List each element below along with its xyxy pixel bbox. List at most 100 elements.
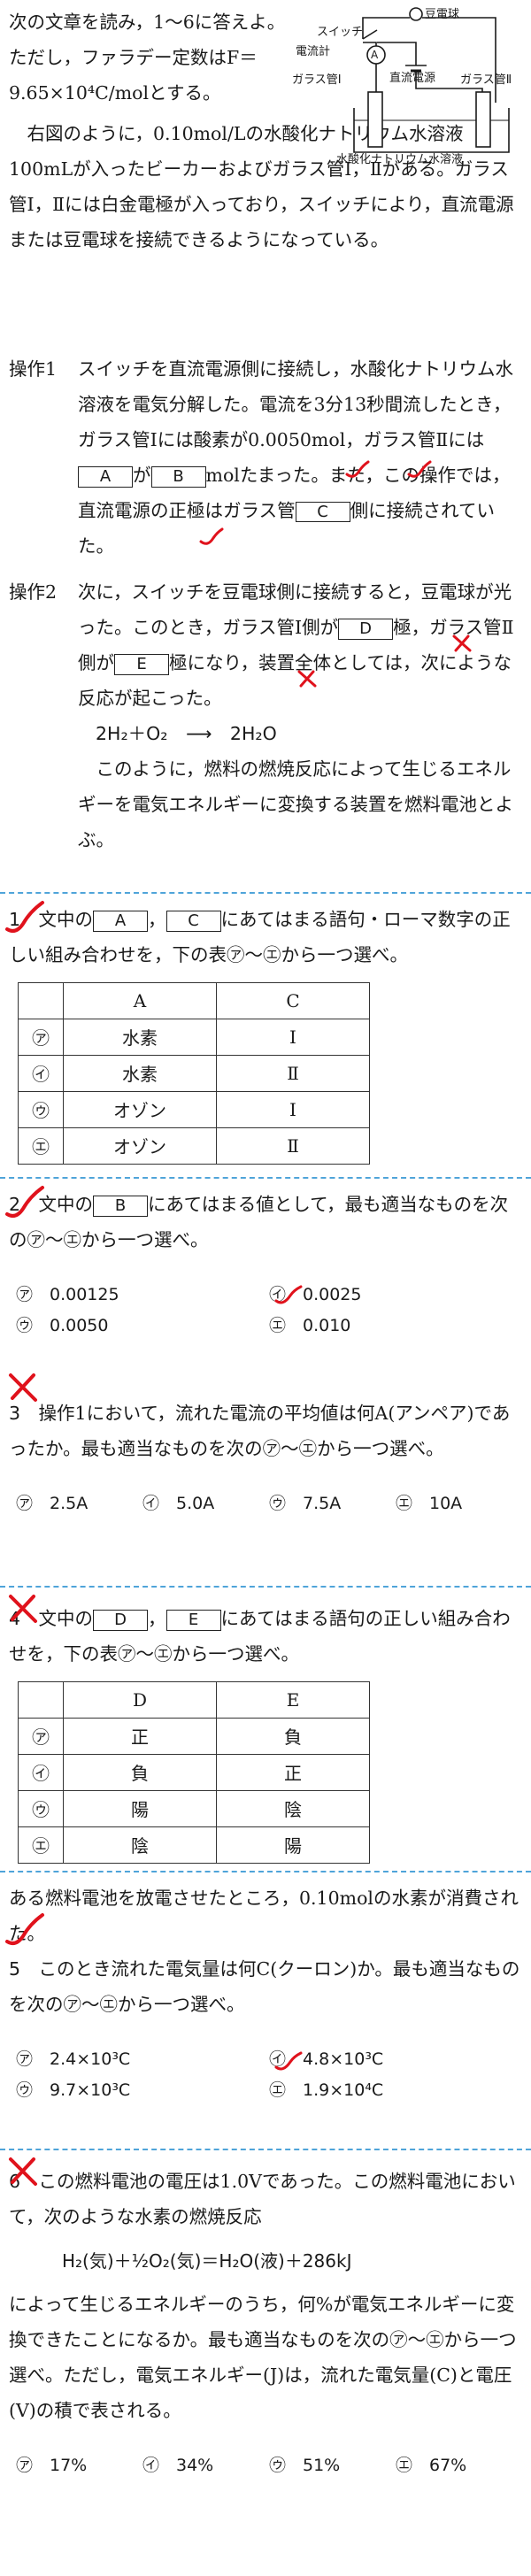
choice-option[interactable]: ㋓ 10A	[396, 1490, 522, 1514]
table-cell: ㋑	[18, 1054, 64, 1092]
table-row[interactable]: ㋓オゾン Ⅱ	[18, 1127, 370, 1165]
question-6: 6 この燃料電池の電圧は1.0Vであった。この燃料電池において，次のような水素の…	[9, 2165, 522, 2476]
table-cell: Ⅱ	[216, 1054, 370, 1092]
q6-equation: H₂(気)＋½O₂(気)＝H₂O(液)＋286kJ	[62, 2249, 352, 2272]
choice-option[interactable]: ㋑ 5.0A	[142, 1490, 269, 1514]
check-mark-icon	[407, 460, 432, 478]
table-cell: ㋒	[18, 1090, 64, 1128]
question-6-text-2: によって生じるエネルギーのうち，何%が電気エネルギーに変換できたことになるか。最…	[9, 2293, 517, 2421]
table-header-cell: C	[216, 981, 370, 1019]
table-row[interactable]: ㋑負正	[18, 1753, 370, 1791]
question-4-text: 4 文中の D， E にあてはまる語句の正しい組み合わせを，下の表㋐～㋓から一つ選べ。	[9, 1602, 522, 1672]
q6-text-1: この燃料電池の電圧は1.0Vであった。この燃料電池において，次のような水素の燃焼…	[9, 2171, 516, 2227]
q4-blank-d: D	[93, 1610, 149, 1631]
equation-arrow: ⟶	[186, 722, 212, 744]
table-row[interactable]: ㋐水素 Ⅰ	[18, 1018, 370, 1056]
choice-option[interactable]: ㋓ 67%	[396, 2452, 522, 2476]
check-mark-icon	[274, 1285, 303, 1304]
question-5: ある燃料電池を放電させたところ，0.10molの水素が消費された。 5 このとき…	[9, 1881, 522, 2101]
choice-option[interactable]: ㋓ 0.010	[269, 1312, 522, 1336]
table-cell: 負	[63, 1753, 217, 1791]
choice-option[interactable]: ㋑ 0.0025	[269, 1281, 522, 1305]
q1-text-1: 文中の	[38, 909, 94, 930]
table-row[interactable]: ㋒陽陰	[18, 1789, 370, 1827]
intro-text: 次の文章を読み，1～6に答えよ。ただし，ファラデー定数はF＝9.65×10⁴C/…	[9, 12, 286, 104]
reaction-equation: 2H₂＋O₂ ⟶ 2H₂O	[78, 717, 522, 752]
diagram-solution-label: 水酸化ナトリウム水溶液	[336, 153, 463, 166]
cross-mark-icon	[9, 2157, 37, 2186]
apparatus-diagram: スイッチ 豆電球 電流計 ガラス管Ⅰ ガラス管Ⅱ 直流電源 水酸化ナトリウム水溶…	[292, 7, 512, 166]
choice-option[interactable]: ㋐ 2.4×10³C	[16, 2046, 269, 2070]
q5-text-1: このとき流れた電気量は何C(クーロン)か。最も適当なものを次の㋐～㋓から一つ選べ…	[9, 1957, 520, 2015]
check-mark-icon	[274, 2051, 303, 2071]
operation-1-label: 操作1	[9, 358, 58, 380]
check-mark-icon	[5, 1186, 44, 1218]
table-cell: ㋓	[18, 1127, 64, 1165]
choice-option[interactable]: ㋒ 0.0050	[16, 1312, 269, 1336]
op1-text-2: が	[133, 464, 151, 486]
choice-option[interactable]: ㋑ 4.8×10³C	[269, 2046, 522, 2070]
choice-option[interactable]: ㋐ 0.00125	[16, 1281, 269, 1305]
choice-option[interactable]: ㋐ 17%	[16, 2452, 142, 2476]
question-6-text: 6 この燃料電池の電圧は1.0Vであった。この燃料電池において，次のような水素の…	[9, 2165, 522, 2235]
table-cell: ㋒	[18, 1789, 64, 1827]
choice-option[interactable]: ㋐ 2.5A	[16, 1490, 142, 1514]
table-cell: 負	[216, 1717, 370, 1755]
choice-option[interactable]: ㋒ 51%	[269, 2452, 396, 2476]
q4-blank-e: E	[165, 1610, 221, 1631]
check-mark-icon	[5, 1913, 44, 1945]
blank-box-b: B	[150, 465, 206, 488]
q3-text-1: 操作1において，流れた電流の平均値は何A(アンペア)であったか。最も適当なものを…	[9, 1403, 511, 1459]
q4-separator: ，	[148, 1608, 166, 1629]
table-cell: ㋐	[18, 1018, 64, 1056]
table-cell: 陰	[63, 1826, 217, 1864]
choice-option[interactable]: ㋓ 1.9×10⁴C	[269, 2077, 522, 2101]
check-mark-icon	[199, 527, 224, 545]
table-header-cell: D	[63, 1680, 217, 1719]
table-cell: 陽	[216, 1826, 370, 1864]
table-cell: Ⅰ	[216, 1018, 370, 1056]
blank-box-c: C	[295, 501, 350, 523]
table-cell: 陰	[216, 1789, 370, 1827]
table-header-cell	[18, 981, 64, 1019]
table-header-cell: A	[63, 981, 217, 1019]
table-row[interactable]: ㋐正負	[18, 1717, 370, 1755]
section-separator	[0, 892, 531, 894]
section-separator	[0, 1177, 531, 1179]
blank-box-a: A	[78, 465, 133, 488]
question-3-text: 3 操作1において，流れた電流の平均値は何A(アンペア)であったか。最も適当なも…	[9, 1396, 522, 1467]
q4-text-1: 文中の	[38, 1608, 94, 1629]
table-cell: Ⅰ	[216, 1090, 370, 1128]
operation-1: 操作1 スイッチを直流電源側に接続し，水酸化ナトリウム水溶液を電気分解した。電流…	[9, 352, 522, 565]
table-cell: 正	[216, 1753, 370, 1791]
diagram-ammeter-label: 電流計	[296, 44, 330, 58]
q4-options-table: D E ㋐正負 ㋑負正 ㋒陽陰 ㋓陰陽	[18, 1680, 370, 1864]
table-row[interactable]: ㋓陰陽	[18, 1826, 370, 1864]
cross-mark-icon	[9, 1595, 37, 1623]
operation-2: 操作2 次に，スイッチを豆電球側に接続すると，豆電球が光った。このとき，ガラス管…	[9, 575, 522, 858]
diagram-tube2-label: ガラス管Ⅱ	[460, 73, 512, 87]
section-separator	[0, 1871, 531, 1872]
equation-left: 2H₂＋O₂	[96, 722, 168, 744]
table-row[interactable]: ㋒オゾン Ⅰ	[18, 1090, 370, 1128]
operation-2-conclusion: このように，燃料の燃焼反応によって生じるエネルギーを電気エネルギーに変換する装置…	[78, 757, 513, 850]
q3-choices: ㋐ 2.5A ㋑ 5.0A ㋒ 7.5A ㋓ 10A	[16, 1490, 522, 1514]
q1-blank-a: A	[93, 911, 149, 932]
choice-option[interactable]: ㋒ 9.7×10³C	[16, 2077, 269, 2101]
cross-mark-icon	[452, 634, 472, 652]
table-cell: 正	[63, 1717, 217, 1755]
bulb-icon	[409, 7, 423, 21]
glass-tube-2	[475, 91, 491, 148]
diagram-power-label: 直流電源	[389, 72, 435, 85]
q1-options-table: A C ㋐水素 Ⅰ ㋑水素 Ⅱ ㋒オゾン Ⅰ ㋓オゾン Ⅱ	[18, 981, 370, 1165]
diagram-tube1-label: ガラス管Ⅰ	[292, 73, 342, 87]
question-5-text: 5 このとき流れた電気量は何C(クーロン)か。最も適当なものを次の㋐～㋓から一つ…	[9, 1952, 522, 2023]
q2-choices: ㋐ 0.00125 ㋑ 0.0025 ㋒ 0.0050 ㋓ 0.010	[16, 1281, 522, 1336]
diagram-bulb-label: 豆電球	[425, 8, 459, 21]
choice-option[interactable]: ㋒ 7.5A	[269, 1490, 396, 1514]
choice-option[interactable]: ㋑ 34%	[142, 2452, 269, 2476]
table-row[interactable]: ㋑水素 Ⅱ	[18, 1054, 370, 1092]
table-cell: ㋐	[18, 1717, 64, 1755]
cross-mark-icon	[9, 1373, 37, 1402]
question-2-text: 2 文中の B にあてはまる値として，最も適当なものを次の㋐～㋓から一つ選べ。	[9, 1188, 522, 1258]
